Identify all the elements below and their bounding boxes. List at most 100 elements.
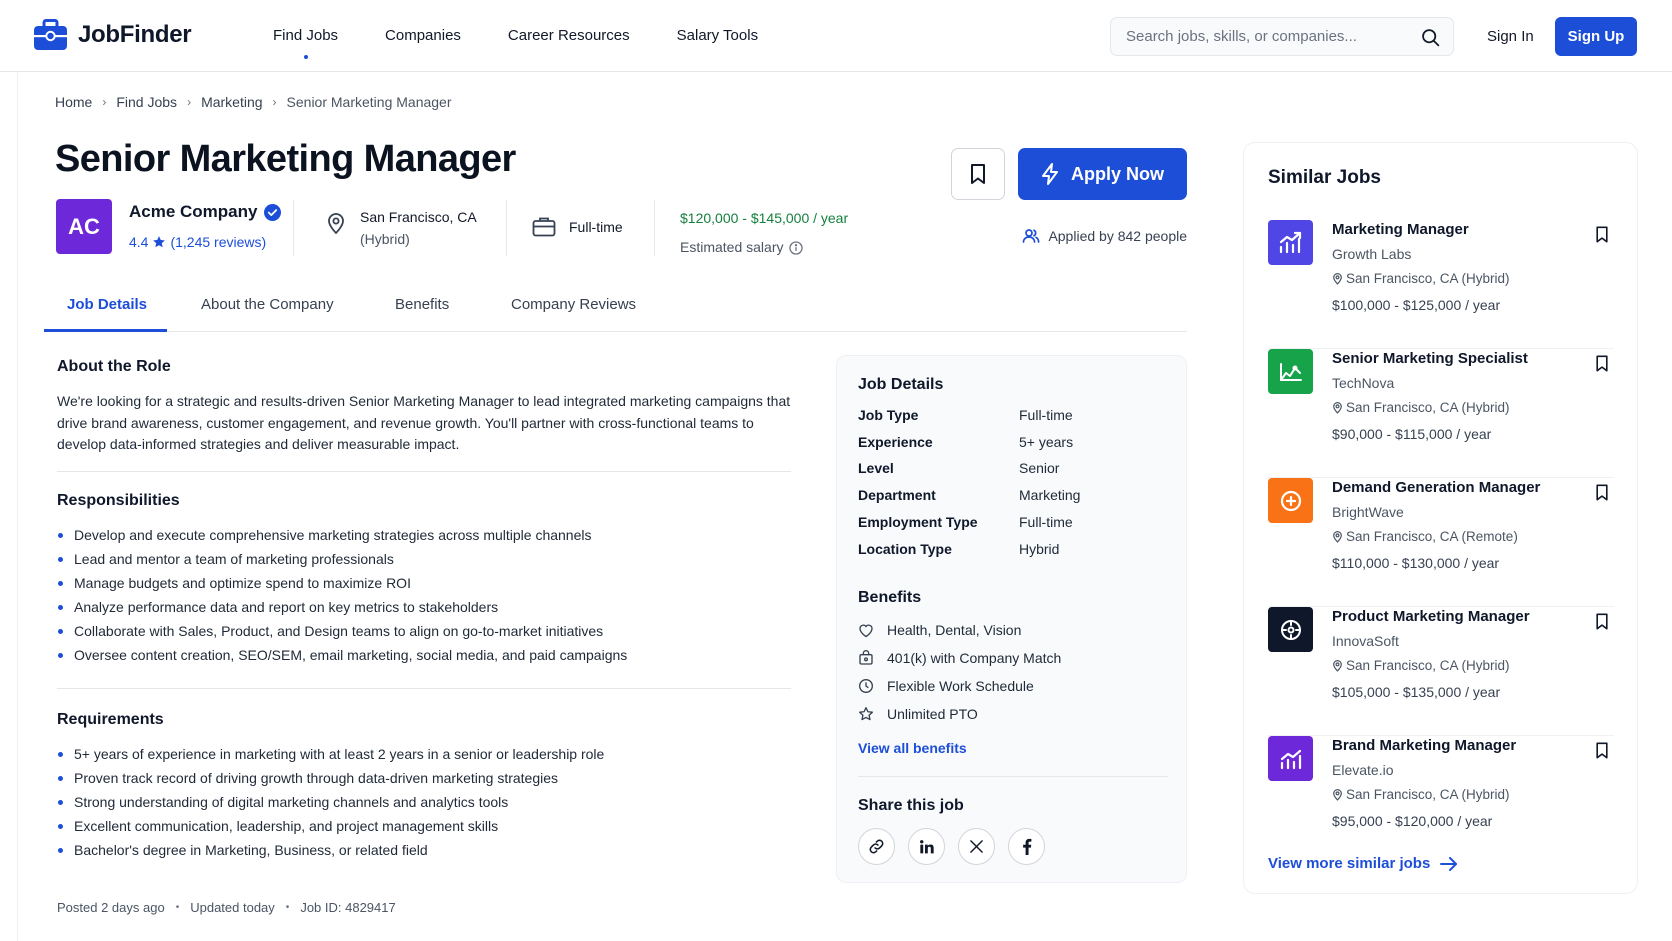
save-job-button[interactable] (1590, 351, 1614, 375)
brand-logo[interactable]: JobFinder (34, 19, 192, 50)
nav-career-resources[interactable]: Career Resources (508, 27, 630, 44)
similar-job-salary: $110,000 - $130,000 / year (1332, 555, 1500, 571)
location-pin-icon (1333, 273, 1342, 285)
similar-job-card[interactable]: Brand Marketing Manager Elevate.io San F… (1268, 736, 1614, 865)
similar-job-company: InnovaSoft (1332, 633, 1399, 649)
save-job-button[interactable] (1590, 738, 1614, 762)
company-rating[interactable]: 4.4 (1,245 reviews) (129, 234, 266, 250)
similar-job-card[interactable]: Demand Generation Manager BrightWave San… (1268, 478, 1614, 607)
company-logo (1268, 736, 1313, 781)
apply-now-label: Apply Now (1071, 163, 1164, 184)
job-type-text: Full-time (569, 218, 623, 235)
bookmark-icon (1596, 742, 1608, 758)
view-more-similar-jobs-link[interactable]: View more similar jobs (1268, 855, 1458, 872)
review-count-link: (1,245 reviews) (170, 234, 267, 250)
save-job-button[interactable] (1590, 480, 1614, 504)
nav-find-jobs[interactable]: Find Jobs (273, 27, 338, 59)
job-location: San Francisco, CA (Hybrid) (326, 206, 477, 250)
job-salary: $120,000 - $145,000 / year Estimated sal… (680, 204, 848, 262)
detail-label: Level (858, 460, 894, 477)
location-pin-icon (1333, 402, 1342, 414)
similar-job-location-text: San Francisco, CA (Hybrid) (1346, 400, 1510, 415)
divider (506, 200, 507, 256)
similar-job-location: San Francisco, CA (Hybrid) (1332, 400, 1510, 415)
share-linkedin-button[interactable] (908, 828, 945, 865)
nav-companies[interactable]: Companies (385, 27, 461, 44)
similar-jobs-heading: Similar Jobs (1268, 167, 1381, 188)
job-id: Job ID: 4829417 (300, 900, 396, 915)
detail-label: Department (858, 487, 936, 504)
star-icon (859, 707, 873, 721)
detail-value: Senior (1019, 460, 1060, 477)
view-all-benefits-link[interactable]: View all benefits (858, 740, 967, 756)
posted-date: Posted 2 days ago (57, 900, 165, 915)
copy-link-button[interactable] (858, 828, 895, 865)
similar-job-card[interactable]: Senior Marketing Specialist TechNova San… (1268, 349, 1614, 478)
bookmark-icon (971, 164, 985, 184)
search-icon[interactable] (1420, 27, 1441, 48)
breadcrumb-find-jobs[interactable]: Find Jobs (116, 94, 177, 110)
breadcrumb-current: Senior Marketing Manager (286, 94, 452, 110)
share-buttons (858, 828, 1045, 865)
share-facebook-button[interactable] (1008, 828, 1045, 865)
apply-now-button[interactable]: Apply Now (1018, 148, 1187, 200)
tab-benefits[interactable]: Benefits (395, 296, 449, 313)
benefit-label: Flexible Work Schedule (887, 678, 1034, 694)
save-job-button[interactable] (951, 148, 1005, 200)
share-x-button[interactable] (958, 828, 995, 865)
detail-row: Job Type Full-time (858, 407, 1168, 434)
benefit-label: Unlimited PTO (887, 706, 978, 722)
sign-up-button[interactable]: Sign Up (1555, 17, 1637, 56)
benefit-item: 401(k) with Company Match (858, 650, 1061, 666)
similar-jobs-panel: Similar Jobs Marketing Manager Growth La… (1243, 142, 1638, 894)
tab-company-reviews[interactable]: Company Reviews (511, 296, 636, 313)
company-logo (1268, 349, 1313, 394)
detail-value: Hybrid (1019, 540, 1060, 557)
page-title: Senior Marketing Manager (55, 138, 516, 180)
detail-row: Experience 5+ years (858, 434, 1168, 461)
search-input[interactable] (1126, 28, 1416, 45)
card-divider (858, 776, 1168, 777)
similar-job-salary: $105,000 - $135,000 / year (1332, 684, 1501, 700)
similar-job-card[interactable]: Product Marketing Manager InnovaSoft San… (1268, 607, 1614, 736)
save-job-button[interactable] (1590, 222, 1614, 246)
about-heading: About the Role (57, 358, 171, 375)
list-item: Analyze performance data and report on k… (57, 595, 627, 619)
posting-meta: Posted 2 days ago • Updated today • Job … (57, 900, 396, 915)
growth-chart-icon (1279, 231, 1301, 253)
similar-job-salary: $95,000 - $120,000 / year (1332, 813, 1493, 829)
requirements-list: 5+ years of experience in marketing with… (57, 742, 604, 862)
save-job-button[interactable] (1590, 609, 1614, 633)
detail-label: Location Type (858, 540, 952, 557)
job-tabs: Job Details About the Company Benefits C… (44, 284, 1187, 332)
similar-job-card[interactable]: Marketing Manager Growth Labs San Franci… (1268, 220, 1614, 349)
company-name[interactable]: Acme Company (129, 202, 282, 222)
view-more-label: View more similar jobs (1268, 855, 1431, 872)
company-logo[interactable]: AC (56, 199, 112, 254)
detail-row: Employment Type Full-time (858, 514, 1168, 541)
rating-value: 4.4 (129, 234, 149, 250)
similar-job-company: Elevate.io (1332, 762, 1394, 778)
tab-about-company[interactable]: About the Company (201, 296, 334, 313)
similar-job-location: San Francisco, CA (Hybrid) (1332, 787, 1510, 802)
breadcrumb-marketing[interactable]: Marketing (201, 94, 262, 110)
detail-row: Level Senior (858, 460, 1168, 487)
similar-job-location-text: San Francisco, CA (Hybrid) (1346, 271, 1510, 286)
nav-salary-tools[interactable]: Salary Tools (677, 27, 758, 44)
detail-label: Employment Type (858, 513, 978, 530)
tab-job-details[interactable]: Job Details (67, 296, 147, 313)
analytics-icon (1279, 362, 1302, 381)
benefit-item: Health, Dental, Vision (858, 622, 1021, 638)
bookmark-icon (1596, 613, 1608, 629)
compass-icon (1280, 619, 1301, 640)
detail-label: Job Type (858, 407, 919, 423)
sign-in-link[interactable]: Sign In (1487, 28, 1534, 45)
similar-job-location-text: San Francisco, CA (Hybrid) (1346, 658, 1510, 673)
similar-job-salary: $100,000 - $125,000 / year (1332, 297, 1501, 313)
location-city: San Francisco, CA (360, 209, 477, 225)
info-icon[interactable] (789, 240, 804, 255)
job-details-card: Job Details Job Type Full-time Experience… (836, 355, 1187, 883)
bookmark-icon (1596, 484, 1608, 500)
divider (654, 200, 655, 256)
breadcrumb-home[interactable]: Home (55, 94, 92, 110)
